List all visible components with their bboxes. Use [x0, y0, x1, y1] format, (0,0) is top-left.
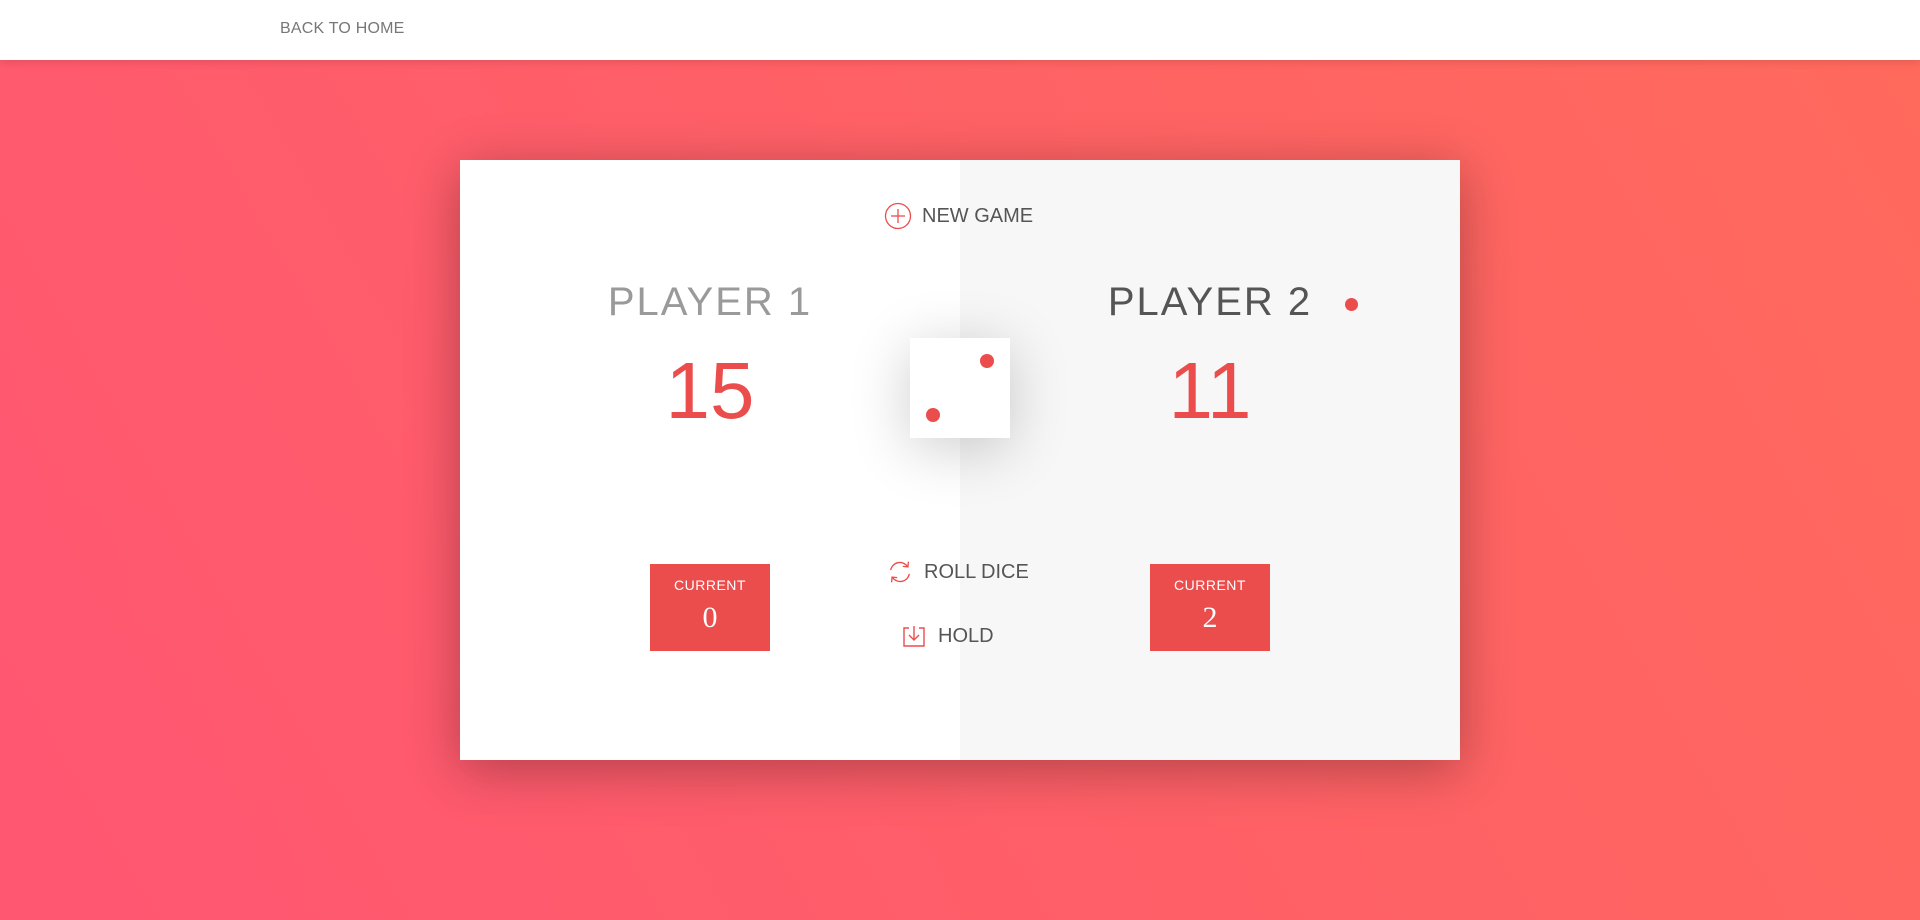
player-2-current-box: CURRENT 2: [1150, 564, 1270, 651]
player-1-score: 15: [665, 346, 755, 435]
player-2-score: 11: [1168, 346, 1252, 435]
download-icon: [900, 622, 928, 650]
dice-pip: [980, 354, 994, 368]
game-panel: PLAYER 1 15 CURRENT 0 PLAYER 2 11 CURREN…: [460, 160, 1460, 760]
active-dot-icon: [1345, 298, 1358, 311]
hold-label: HOLD: [938, 624, 994, 647]
player-2-current-label: CURRENT: [1174, 577, 1246, 593]
plus-circle-icon: [884, 202, 912, 230]
hold-button[interactable]: HOLD: [900, 622, 994, 650]
player-1-current-label: CURRENT: [674, 577, 746, 593]
top-nav-bar: BACK TO HOME: [0, 0, 1920, 60]
player-2-panel: PLAYER 2 11 CURRENT 2: [960, 160, 1460, 760]
roll-dice-button[interactable]: ROLL DICE: [886, 558, 1029, 586]
player-1-current-box: CURRENT 0: [650, 564, 770, 651]
roll-dice-label: ROLL DICE: [924, 560, 1029, 583]
refresh-icon: [886, 558, 914, 586]
new-game-button[interactable]: NEW GAME: [884, 202, 1033, 230]
dice: [910, 338, 1010, 438]
player-2-current-score: 2: [1202, 601, 1218, 634]
player-1-panel: PLAYER 1 15 CURRENT 0: [460, 160, 960, 760]
back-to-home-link[interactable]: BACK TO HOME: [280, 20, 405, 38]
new-game-label: NEW GAME: [922, 204, 1034, 227]
player-1-current-score: 0: [702, 601, 718, 634]
player-1-name: PLAYER 1: [607, 280, 813, 324]
player-2-name: PLAYER 2: [1107, 280, 1313, 324]
dice-pip: [926, 408, 940, 422]
